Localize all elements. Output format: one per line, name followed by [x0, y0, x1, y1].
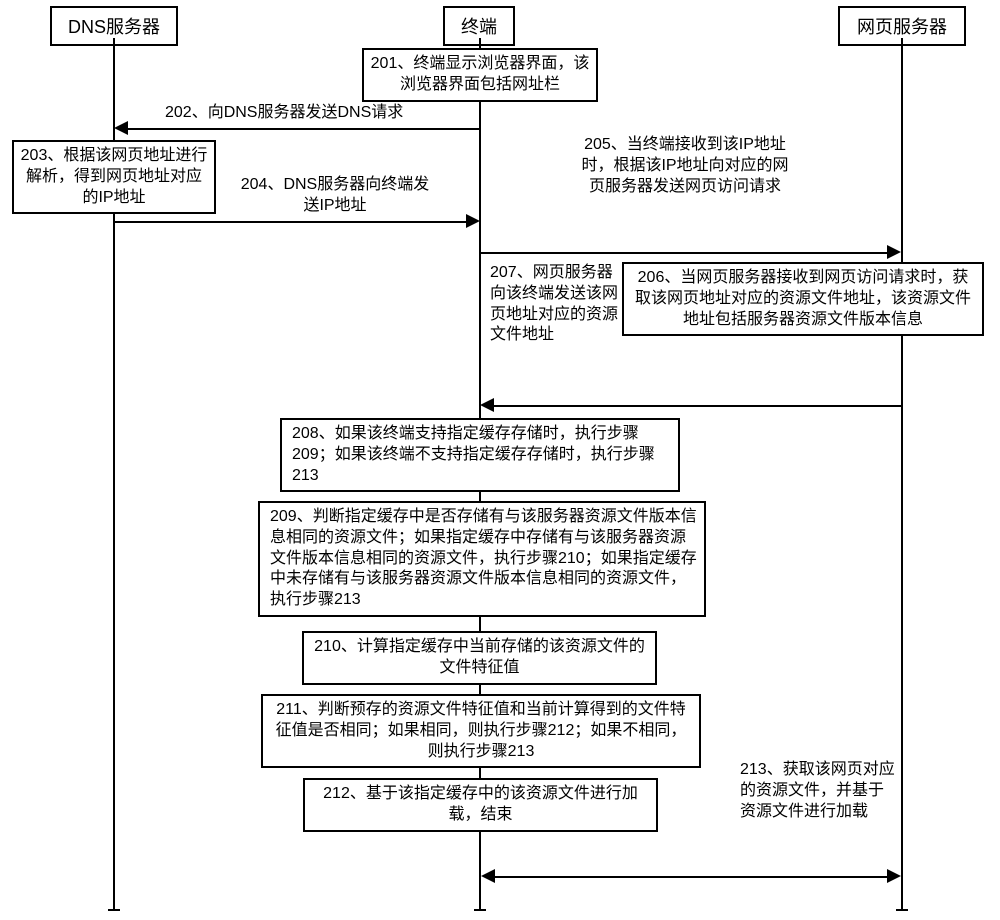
step-201: 201、终端显示浏览器界面，该浏览器界面包括网址栏	[362, 48, 598, 102]
arrow-213	[494, 876, 888, 878]
sequence-diagram: DNS服务器 终端 网页服务器 201、终端显示浏览器界面，该浏览器界面包括网址…	[0, 0, 1000, 920]
step-211: 211、判断预存的资源文件特征值和当前计算得到的文件特征值是否相同；如果相同，则…	[261, 694, 701, 768]
step-209: 209、判断指定缓存中是否存储有与该服务器资源文件版本信息相同的资源文件；如果指…	[258, 501, 706, 617]
step-206: 206、当网页服务器接收到网页访问请求时，获取该网页地址对应的资源文件地址，该资…	[622, 262, 984, 336]
arrow-213-head-left	[481, 869, 495, 883]
arrow-205	[481, 252, 888, 254]
arrow-213-head-right	[887, 869, 901, 883]
step-205-label: 205、当终端接收到该IP地址时，根据该IP地址向对应的网页服务器发送网页访问请…	[575, 135, 795, 197]
arrow-207	[493, 405, 901, 407]
step-213-label: 213、获取该网页对应的资源文件，并基于资源文件进行加载	[740, 760, 895, 822]
arrow-207-head	[480, 398, 494, 412]
step-203: 203、根据该网页地址进行解析，得到网页地址对应的IP地址	[12, 140, 216, 214]
step-212: 212、基于该指定缓存中的该资源文件进行加载，结束	[303, 778, 658, 832]
step-210: 210、计算指定缓存中当前存储的该资源文件的文件特征值	[302, 631, 657, 685]
arrow-204	[115, 221, 467, 223]
arrow-202-head	[114, 121, 128, 135]
arrow-204-head	[466, 214, 480, 228]
lifeline-end-tick	[474, 909, 486, 911]
lifeline-web	[901, 38, 903, 910]
lifeline-end-tick	[896, 909, 908, 911]
step-202-label: 202、向DNS服务器发送DNS请求	[165, 103, 440, 124]
step-208: 208、如果该终端支持指定缓存存储时，执行步骤209；如果该终端不支持指定缓存存…	[280, 418, 680, 492]
lifeline-end-tick	[108, 909, 120, 911]
arrow-202	[127, 128, 481, 130]
step-207-label: 207、网页服务器向该终端发送该网页地址对应的资源文件地址	[490, 263, 620, 346]
step-204-label: 204、DNS服务器向终端发送IP地址	[235, 175, 435, 217]
arrow-205-head	[887, 245, 901, 259]
